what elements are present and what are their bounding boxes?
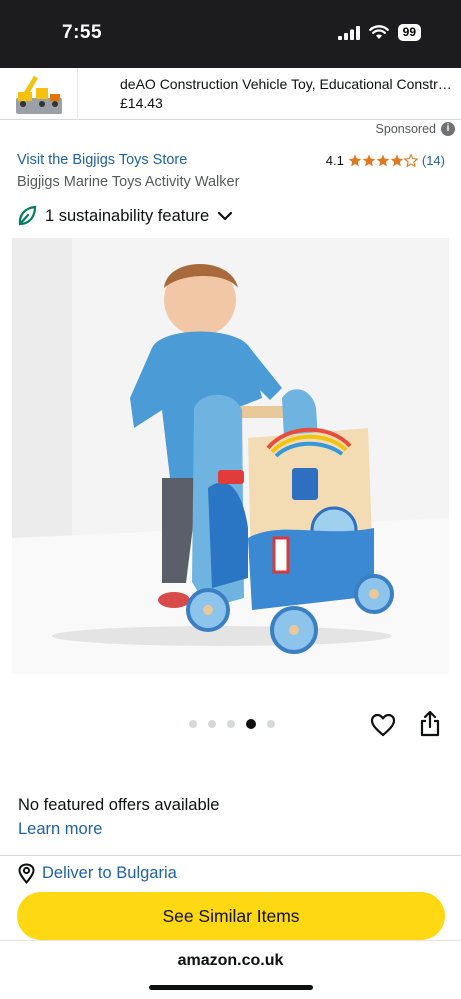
browser-domain[interactable]: amazon.co.uk bbox=[0, 952, 461, 970]
divider bbox=[0, 855, 461, 856]
rating-summary[interactable]: 4.1 (14) bbox=[326, 153, 445, 168]
see-similar-items-button[interactable]: See Similar Items bbox=[17, 892, 445, 940]
star-icon bbox=[376, 154, 390, 166]
location-pin-icon bbox=[18, 863, 35, 884]
ad-price: £14.43 bbox=[120, 95, 163, 111]
activity-walker-photo bbox=[12, 238, 449, 674]
sponsored-label[interactable]: Sponsored i bbox=[376, 122, 455, 136]
sponsored-text: Sponsored bbox=[375, 122, 436, 136]
carousel-dot-active[interactable] bbox=[246, 719, 256, 729]
browser-bottom-bar: amazon.co.uk bbox=[0, 940, 461, 999]
signal-icon bbox=[337, 25, 360, 40]
store-link[interactable]: Visit the Bigjigs Toys Store bbox=[17, 152, 187, 168]
star-icon bbox=[348, 154, 362, 166]
star-rating bbox=[348, 153, 418, 167]
sustainability-label: 1 sustainability feature bbox=[45, 206, 210, 225]
carousel-dot[interactable] bbox=[208, 720, 216, 728]
product-page: 7:55 99 deAO Construction Vehicle Toy, E… bbox=[0, 0, 461, 999]
image-carousel-indicator[interactable] bbox=[189, 719, 275, 729]
carousel-dot[interactable] bbox=[227, 720, 235, 728]
share-icon bbox=[420, 710, 440, 737]
heart-icon bbox=[370, 713, 396, 737]
status-time: 7:55 bbox=[62, 22, 103, 43]
star-icon bbox=[362, 154, 376, 166]
battery-icon: 99 bbox=[397, 24, 421, 41]
product-image[interactable] bbox=[12, 238, 449, 674]
star-icon bbox=[390, 154, 404, 166]
status-bar: 7:55 99 bbox=[0, 0, 461, 68]
share-button[interactable] bbox=[418, 710, 442, 741]
ad-title[interactable]: deAO Construction Vehicle Toy, Education… bbox=[120, 76, 456, 92]
sustainability-toggle[interactable]: 1 sustainability feature bbox=[17, 205, 233, 227]
sponsored-product-banner[interactable]: deAO Construction Vehicle Toy, Education… bbox=[0, 67, 461, 120]
star-empty-icon bbox=[403, 153, 418, 167]
wishlist-button[interactable] bbox=[370, 713, 396, 740]
wifi-icon bbox=[368, 25, 389, 39]
info-icon[interactable]: i bbox=[441, 122, 455, 136]
construction-toy-image bbox=[15, 75, 62, 114]
ad-thumbnail bbox=[0, 67, 78, 120]
carousel-dot[interactable] bbox=[267, 720, 275, 728]
deliver-to-label: Deliver to Bulgaria bbox=[42, 864, 177, 882]
chevron-down-icon bbox=[218, 211, 233, 221]
status-icons: 99 bbox=[337, 24, 421, 41]
home-indicator[interactable] bbox=[149, 985, 313, 990]
rating-count[interactable]: (14) bbox=[422, 153, 445, 168]
rating-value: 4.1 bbox=[325, 152, 344, 168]
carousel-dot[interactable] bbox=[189, 720, 197, 728]
product-title: Bigjigs Marine Toys Activity Walker bbox=[17, 174, 240, 190]
leaf-icon bbox=[18, 205, 37, 226]
offers-message: No featured offers available bbox=[18, 796, 220, 814]
learn-more-link[interactable]: Learn more bbox=[18, 820, 102, 839]
ad-text: deAO Construction Vehicle Toy, Education… bbox=[78, 76, 461, 111]
store-row: Visit the Bigjigs Toys Store 4.1 (14) bbox=[17, 152, 445, 168]
deliver-to-link[interactable]: Deliver to Bulgaria bbox=[18, 863, 177, 884]
